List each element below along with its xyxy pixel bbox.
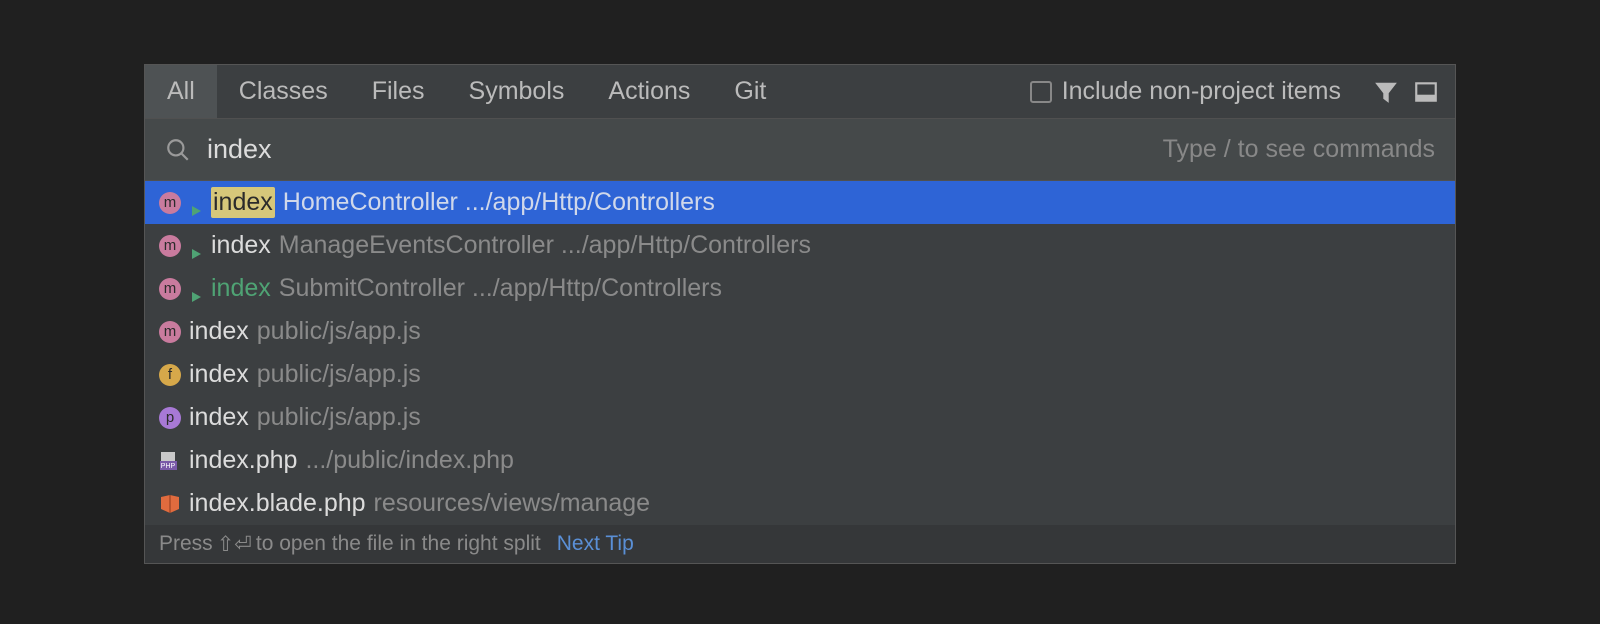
result-row[interactable]: m index ManageEventsController .../app/Htt… [145, 224, 1455, 267]
result-match: index [189, 403, 249, 432]
results-list: mindexHomeController .../app/Http/Contro… [145, 181, 1455, 525]
result-location: resources/views/manage [374, 489, 651, 518]
runnable-icon [189, 282, 203, 296]
search-row: Type / to see commands [145, 119, 1455, 181]
pin-window-icon[interactable] [1413, 79, 1439, 105]
search-icon [165, 137, 191, 163]
m-badge-icon: m [159, 278, 181, 300]
php-file-icon: PHP [159, 450, 181, 472]
result-match: index [211, 231, 271, 260]
tab-all[interactable]: All [145, 65, 217, 118]
include-non-project-checkbox[interactable]: Include non-project items [1030, 77, 1341, 106]
next-tip-link[interactable]: Next Tip [557, 532, 634, 556]
result-match: index [189, 360, 249, 389]
include-label: Include non-project items [1062, 77, 1341, 106]
result-row[interactable]: findex public/js/app.js [145, 353, 1455, 396]
result-location: ManageEventsController .../app/Http/Cont… [279, 231, 811, 260]
tab-git[interactable]: Git [712, 65, 788, 118]
result-location: public/js/app.js [257, 317, 421, 346]
m-badge-icon: m [159, 321, 181, 343]
tab-files[interactable]: Files [350, 65, 447, 118]
result-row[interactable]: m index HomeController .../app/Http/Contro… [145, 181, 1455, 224]
result-match: index [189, 317, 249, 346]
result-location: SubmitController .../app/Http/Controller… [279, 274, 722, 303]
result-match: index.blade.php [189, 489, 366, 518]
search-input[interactable] [207, 134, 1147, 165]
result-location: .../public/index.php [305, 446, 513, 475]
footer-bar: Press ⇧⏎ to open the file in the right s… [145, 525, 1455, 563]
checkbox-box[interactable] [1030, 81, 1052, 103]
footer-text-after: to open the file in the right split [256, 532, 541, 556]
tab-symbols[interactable]: Symbols [447, 65, 587, 118]
search-everywhere-popup: AllClassesFilesSymbolsActionsGit Include… [144, 64, 1456, 564]
tab-classes[interactable]: Classes [217, 65, 350, 118]
m-badge-icon: m [159, 192, 181, 214]
footer-key: ⇧⏎ [217, 532, 252, 557]
blade-file-icon [159, 493, 181, 515]
footer-text-before: Press [159, 532, 213, 556]
result-row[interactable]: m index SubmitController .../app/Http/Cont… [145, 267, 1455, 310]
tabs-row: AllClassesFilesSymbolsActionsGit Include… [145, 65, 1455, 119]
p-badge-icon: p [159, 407, 181, 429]
result-row[interactable]: PHP index.php .../public/index.php [145, 439, 1455, 482]
result-match: index [211, 187, 275, 218]
result-location: HomeController .../app/Http/Controllers [283, 188, 715, 217]
m-badge-icon: m [159, 235, 181, 257]
runnable-icon [189, 239, 203, 253]
svg-text:PHP: PHP [161, 463, 176, 470]
result-location: public/js/app.js [257, 360, 421, 389]
result-row[interactable]: mindex public/js/app.js [145, 310, 1455, 353]
runnable-icon [189, 196, 203, 210]
result-row[interactable]: pindex public/js/app.js [145, 396, 1455, 439]
result-row[interactable]: index.blade.php resources/views/manage [145, 482, 1455, 525]
result-match: index [211, 274, 271, 303]
search-hint: Type / to see commands [1163, 135, 1435, 164]
tab-actions[interactable]: Actions [586, 65, 712, 118]
result-match: index.php [189, 446, 297, 475]
f-badge-icon: f [159, 364, 181, 386]
filter-icon[interactable] [1373, 79, 1399, 105]
result-location: public/js/app.js [257, 403, 421, 432]
